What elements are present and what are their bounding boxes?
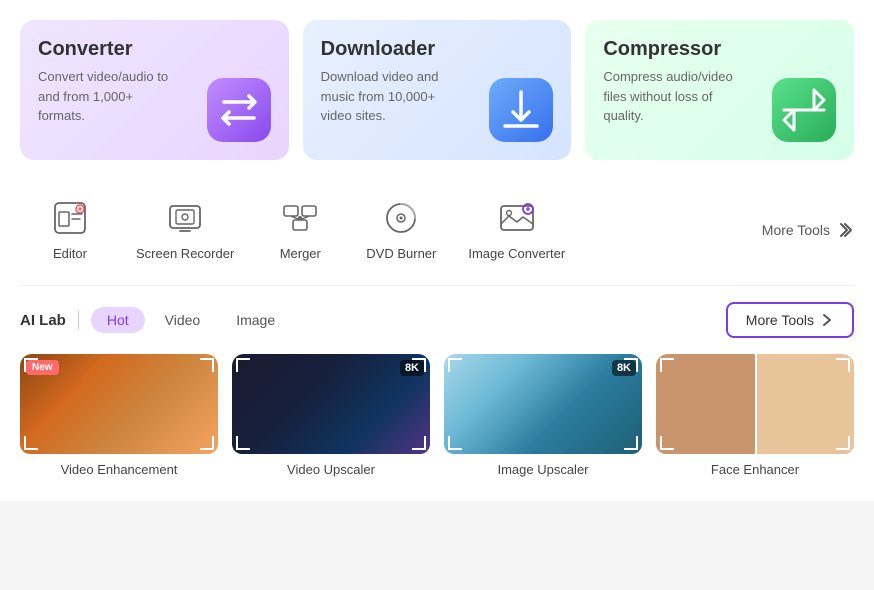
editor-icon	[50, 198, 90, 238]
downloader-title: Downloader	[321, 38, 556, 61]
ai-card-image-upscaler[interactable]: 8K Image Upscaler	[444, 354, 642, 481]
image-upscaler-img: 8K	[444, 354, 642, 454]
face-split-line	[755, 354, 757, 454]
corner-br	[200, 436, 214, 450]
corner-tl	[448, 358, 462, 372]
editor-label: Editor	[53, 246, 87, 261]
ai-card-video-upscaler[interactable]: 8K Video Upscaler	[232, 354, 430, 481]
more-tools-link-label: More Tools	[762, 222, 830, 238]
corner-br	[412, 436, 426, 450]
downloader-card[interactable]: Downloader Download video and music from…	[303, 20, 572, 160]
converter-title: Converter	[38, 38, 273, 61]
dvd-burner-icon	[381, 198, 421, 238]
ai-more-tools-label: More Tools	[746, 312, 814, 328]
ai-card-face-enhancer[interactable]: Face Enhancer	[656, 354, 854, 481]
top-cards-row: Converter Convert video/audio to and fro…	[20, 20, 854, 160]
corner-bl	[236, 436, 250, 450]
corner-br	[624, 436, 638, 450]
tool-screen-recorder[interactable]: Screen Recorder	[120, 190, 250, 269]
compressor-desc: Compress audio/video files without loss …	[603, 67, 743, 126]
corner-tl	[236, 358, 250, 372]
image-converter-icon	[497, 198, 537, 238]
image-upscaler-label: Image Upscaler	[444, 462, 642, 481]
tool-merger[interactable]: Merger	[250, 190, 350, 269]
converter-desc: Convert video/audio to and from 1,000+ f…	[38, 67, 178, 126]
ai-lab-label: AI Lab	[20, 312, 66, 329]
corner-br	[836, 436, 850, 450]
tab-hot[interactable]: Hot	[91, 307, 145, 333]
ai-more-tools-button[interactable]: More Tools	[726, 302, 854, 338]
merger-label: Merger	[280, 246, 321, 261]
compressor-icon	[764, 70, 844, 150]
tools-row: Editor Screen Recorder	[20, 182, 854, 286]
video-enhancement-label: Video Enhancement	[20, 462, 218, 481]
corner-bl	[448, 436, 462, 450]
dvd-burner-label: DVD Burner	[366, 246, 436, 261]
res-badge-8k: 8K	[400, 360, 424, 376]
compressor-title: Compressor	[603, 38, 838, 61]
header-divider	[78, 311, 79, 329]
video-upscaler-label: Video Upscaler	[232, 462, 430, 481]
main-container: Converter Convert video/audio to and fro…	[0, 0, 874, 501]
screen-recorder-icon	[165, 198, 205, 238]
tab-image[interactable]: Image	[220, 307, 291, 333]
compressor-card[interactable]: Compressor Compress audio/video files wi…	[585, 20, 854, 160]
downloader-desc: Download video and music from 10,000+ vi…	[321, 67, 461, 126]
tools-more-link[interactable]: More Tools	[762, 220, 854, 240]
converter-icon	[199, 70, 279, 150]
corner-bl	[24, 436, 38, 450]
ai-card-video-enhancement[interactable]: New Video Enhancement	[20, 354, 218, 481]
face-enhancer-img	[656, 354, 854, 454]
screen-recorder-label: Screen Recorder	[136, 246, 234, 261]
tool-image-converter[interactable]: Image Converter	[452, 190, 581, 269]
downloader-icon	[481, 70, 561, 150]
res-badge-8k-img: 8K	[612, 360, 636, 376]
chevron-right-icon	[834, 220, 854, 240]
corner-bl	[660, 436, 674, 450]
new-badge: New	[26, 360, 59, 375]
tab-video[interactable]: Video	[149, 307, 217, 333]
video-upscaler-img: 8K	[232, 354, 430, 454]
image-converter-label: Image Converter	[468, 246, 565, 261]
ai-section-header: AI Lab Hot Video Image More Tools	[20, 302, 854, 338]
chevron-right-small-icon	[820, 313, 834, 327]
merger-icon	[280, 198, 320, 238]
tool-editor[interactable]: Editor	[20, 190, 120, 269]
corner-tl	[660, 358, 674, 372]
corner-tr	[836, 358, 850, 372]
converter-card[interactable]: Converter Convert video/audio to and fro…	[20, 20, 289, 160]
face-enhancer-label: Face Enhancer	[656, 462, 854, 481]
video-enhancement-img: New	[20, 354, 218, 454]
ai-cards-row: New Video Enhancement 8K Video Upscaler …	[20, 354, 854, 481]
corner-tr	[200, 358, 214, 372]
tool-dvd-burner[interactable]: DVD Burner	[350, 190, 452, 269]
